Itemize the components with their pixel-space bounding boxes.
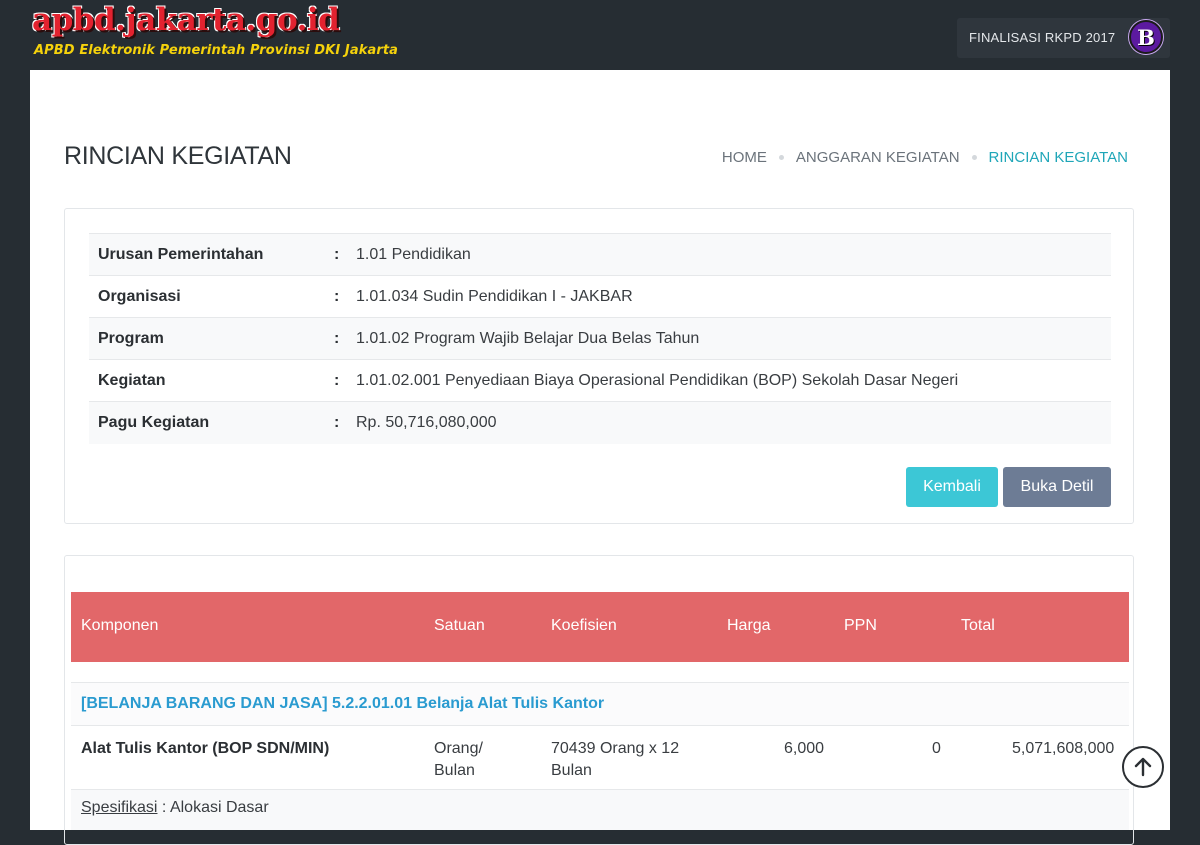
finalisasi-menu[interactable]: FINALISASI RKPD 2017 B [957, 18, 1170, 58]
page-title: RINCIAN KEGIATAN [64, 142, 292, 170]
info-table: Urusan Pemerintahan : 1.01 Pendidikan Or… [89, 233, 1111, 444]
spesifikasi-value: : Alokasi Dasar [157, 799, 269, 816]
cell-komponen: Alat Tulis Kantor (BOP SDN/MIN) [81, 740, 330, 757]
cell-koefisien-line-1: 70439 Orang x 12 [551, 740, 680, 757]
site-logo-subtitle: APBD Elektronik Pemerintah Provinsi DKI … [34, 43, 399, 58]
info-value: 1.01.034 Sudin Pendidikan I - JAKBAR [356, 287, 633, 305]
buka-detil-button[interactable]: Buka Detil [1003, 467, 1111, 507]
cell-satuan-line-2: Bulan [434, 762, 475, 779]
info-row-program: Program : 1.01.02 Program Wajib Belajar … [89, 317, 1111, 360]
finalisasi-label: FINALISASI RKPD 2017 [969, 30, 1116, 45]
breadcrumb-separator [971, 155, 977, 160]
cell-ppn: 0 [932, 740, 941, 757]
info-row-organisasi: Organisasi : 1.01.034 Sudin Pendidikan I… [89, 275, 1111, 318]
info-colon: : [334, 287, 340, 305]
breadcrumb-anggaran-kegiatan[interactable]: ANGGARAN KEGIATAN [796, 149, 960, 166]
detail-card: Komponen Satuan Koefisien Harga PPN Tota… [64, 555, 1134, 845]
info-value: 1.01.02 Program Wajib Belajar Dua Belas … [356, 329, 700, 347]
column-header-satuan: Satuan [434, 617, 485, 634]
table-group-row: [BELANJA BARANG DAN JASA] 5.2.2.01.01 Be… [71, 682, 1129, 726]
table-header: Komponen Satuan Koefisien Harga PPN Tota… [71, 592, 1129, 662]
spesifikasi-row: Spesifikasi : Alokasi Dasar [71, 790, 1129, 830]
top-header: apbd.jakarta.go.id APBD Elektronik Pemer… [0, 0, 1200, 70]
table-row: Alat Tulis Kantor (BOP SDN/MIN) Orang/ B… [71, 725, 1129, 790]
column-header-ppn: PPN [844, 617, 877, 634]
info-value: 1.01 Pendidikan [356, 245, 471, 263]
cell-koefisien: 70439 Orang x 12 Bulan [551, 738, 679, 782]
rekening-group-link[interactable]: [BELANJA BARANG DAN JASA] 5.2.2.01.01 Be… [81, 695, 604, 713]
arrow-up-circle-icon[interactable] [1122, 746, 1164, 788]
cell-satuan: Orang/ Bulan [434, 738, 483, 782]
b-logo-icon[interactable]: B [1129, 20, 1163, 54]
info-card: Urusan Pemerintahan : 1.01 Pendidikan Or… [64, 208, 1134, 524]
column-header-koefisien: Koefisien [551, 617, 617, 634]
info-row-pagu: Pagu Kegiatan : Rp. 50,716,080,000 [89, 401, 1111, 444]
breadcrumb: HOME ANGGARAN KEGIATAN RINCIAN KEGIATAN [722, 149, 1128, 166]
arrow-up-glyph [1134, 757, 1152, 777]
cell-total: 5,071,608,000 [1012, 740, 1115, 757]
info-value: 1.01.02.001 Penyediaan Biaya Operasional… [356, 371, 959, 389]
kembali-button[interactable]: Kembali [906, 467, 998, 507]
site-logo-title[interactable]: apbd.jakarta.go.id [32, 2, 340, 38]
info-colon: : [334, 413, 340, 431]
breadcrumb-separator [778, 155, 784, 160]
info-label: Organisasi [98, 287, 181, 305]
info-colon: : [334, 371, 340, 389]
breadcrumb-home[interactable]: HOME [722, 149, 767, 166]
column-header-harga: Harga [727, 617, 771, 634]
info-label: Pagu Kegiatan [98, 413, 210, 431]
info-value: Rp. 50,716,080,000 [356, 413, 497, 431]
info-row-kegiatan: Kegiatan : 1.01.02.001 Penyediaan Biaya … [89, 359, 1111, 402]
info-row-urusan: Urusan Pemerintahan : 1.01 Pendidikan [89, 233, 1111, 276]
page-content: RINCIAN KEGIATAN HOME ANGGARAN KEGIATAN … [30, 70, 1170, 845]
badge-letter: B [1137, 24, 1155, 50]
info-colon: : [334, 245, 340, 263]
cell-harga: 6,000 [784, 740, 825, 757]
cell-koefisien-line-2: Bulan [551, 762, 592, 779]
info-label: Urusan Pemerintahan [98, 245, 264, 263]
breadcrumb-rincian-kegiatan: RINCIAN KEGIATAN [988, 149, 1128, 166]
spesifikasi-label: Spesifikasi [81, 799, 158, 816]
info-label: Program [98, 329, 164, 347]
cell-satuan-line-1: Orang/ [434, 740, 483, 757]
spesifikasi-text: Spesifikasi : Alokasi Dasar [81, 799, 269, 817]
column-header-komponen: Komponen [81, 617, 159, 634]
info-label: Kegiatan [98, 371, 166, 389]
info-colon: : [334, 329, 340, 347]
column-header-total: Total [961, 617, 995, 634]
